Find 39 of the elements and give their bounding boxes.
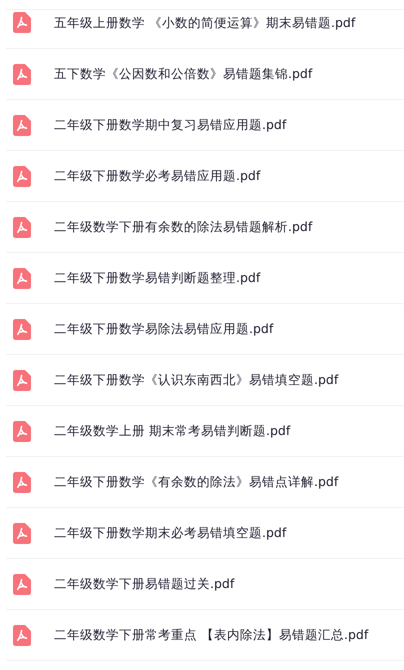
file-row[interactable]: 五年级上册数学 《小数的简便运算》期末易错题.pdf	[6, 10, 404, 49]
file-row[interactable]: 二年级下册数学《有余数的除法》易错点详解.pdf	[6, 457, 404, 508]
file-name: 二年级下册数学期末必考易错填空题.pdf	[54, 524, 286, 542]
pdf-file-icon	[13, 216, 31, 238]
file-name: 五年级上册数学 《小数的简便运算》期末易错题.pdf	[54, 15, 356, 32]
pdf-file-icon	[13, 114, 31, 136]
file-row[interactable]: 二年级数学下册易错题过关.pdf	[6, 559, 404, 610]
file-row[interactable]: 二年级下册数学易除法易错应用题.pdf	[6, 304, 404, 355]
pdf-file-icon	[13, 268, 31, 288]
file-row[interactable]: 二年级数学下册常考重点 【表内除法】易错题汇总.pdf	[6, 610, 404, 661]
pdf-file-icon	[13, 166, 31, 186]
pdf-file-icon	[13, 522, 31, 544]
file-name: 二年级下册数学必考易错应用题.pdf	[54, 168, 260, 184]
pdf-file-icon	[13, 624, 31, 646]
file-name: 二年级下册数学《有余数的除法》易错点详解.pdf	[54, 474, 338, 490]
pdf-file-icon	[13, 574, 31, 594]
file-row[interactable]: 二年级下册数学《认识东南西北》易错填空题.pdf	[6, 355, 404, 406]
pdf-file-icon	[13, 318, 31, 340]
file-name: 二年级下册数学期中复习易错应用题.pdf	[54, 116, 286, 134]
pdf-file-icon	[13, 12, 31, 33]
file-row[interactable]: 二年级数学下册有余数的除法易错题解析.pdf	[6, 202, 404, 253]
file-row[interactable]: 二年级下册数学易错判断题整理.pdf	[6, 253, 404, 304]
file-row[interactable]: 二年级下册数学期中复习易错应用题.pdf	[6, 100, 404, 151]
file-name: 二年级下册数学易除法易错应用题.pdf	[54, 320, 274, 338]
file-row[interactable]: 二年级下册数学必考易错应用题.pdf	[6, 151, 404, 202]
pdf-file-icon	[13, 370, 31, 390]
pdf-file-icon	[13, 64, 31, 84]
file-name: 五下数学《公因数和公倍数》易错题集锦.pdf	[54, 66, 312, 82]
file-row[interactable]: 二年级下册数学期末必考易错填空题.pdf	[6, 508, 404, 559]
pdf-file-icon	[13, 420, 31, 442]
file-name: 二年级数学上册 期末常考易错判断题.pdf	[54, 422, 290, 440]
file-name: 二年级下册数学《认识东南西北》易错填空题.pdf	[54, 372, 338, 388]
file-name: 二年级数学下册易错题过关.pdf	[54, 576, 234, 592]
file-name: 二年级下册数学易错判断题整理.pdf	[54, 270, 260, 286]
file-name: 二年级数学下册常考重点 【表内除法】易错题汇总.pdf	[54, 626, 368, 644]
file-name: 二年级数学下册有余数的除法易错题解析.pdf	[54, 218, 312, 236]
pdf-file-icon	[13, 472, 31, 492]
file-row[interactable]: 五下数学《公因数和公倍数》易错题集锦.pdf	[6, 49, 404, 100]
file-row[interactable]: 二年级数学上册 期末常考易错判断题.pdf	[6, 406, 404, 457]
